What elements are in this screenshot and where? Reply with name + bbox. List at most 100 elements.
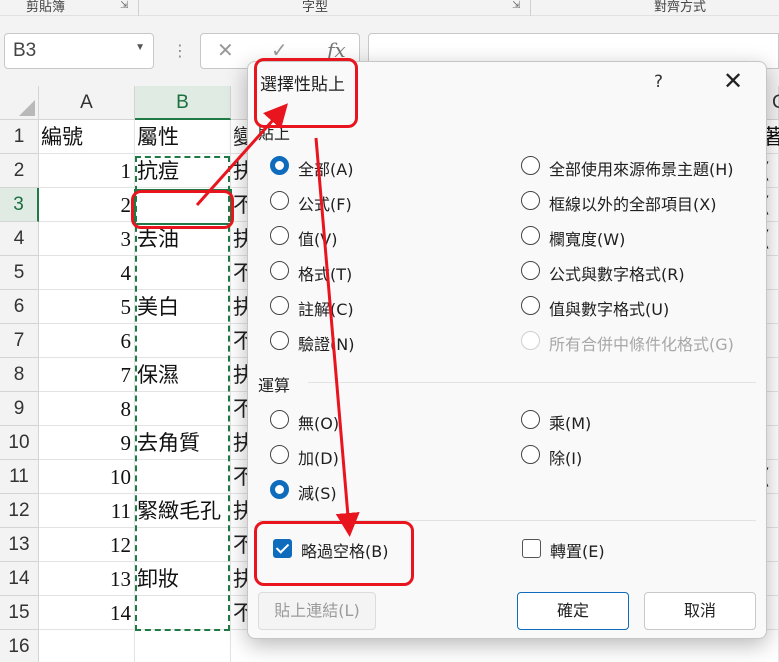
ok-button[interactable]: 確定 <box>517 592 629 630</box>
row-header[interactable]: 2 <box>0 154 39 188</box>
radio-button-icon[interactable] <box>521 226 540 245</box>
cell-b[interactable] <box>135 460 231 494</box>
row-header[interactable]: 11 <box>0 460 39 494</box>
enter-icon[interactable]: ✓ <box>271 38 288 62</box>
operation-radio-option[interactable]: 無(O) <box>270 408 510 433</box>
operation-radio-option[interactable]: 除(I) <box>521 443 761 468</box>
cell-b[interactable]: 去油 <box>135 222 231 256</box>
cell-b[interactable] <box>135 256 231 290</box>
paste-link-button[interactable]: 貼上連結(L) <box>258 592 376 630</box>
more-options-icon[interactable]: ⋮ <box>172 41 188 60</box>
paste-radio-option[interactable]: 框線以外的全部項目(X) <box>521 189 761 214</box>
cell-a[interactable]: 12 <box>39 528 135 562</box>
radio-button-icon[interactable] <box>270 156 289 175</box>
radio-button-icon[interactable] <box>270 226 289 245</box>
active-cell-b3[interactable] <box>134 189 232 225</box>
cell-b[interactable]: 保濕 <box>135 358 231 392</box>
cell-a[interactable]: 5 <box>39 290 135 324</box>
paste-radio-option[interactable]: 全部(A) <box>270 154 510 179</box>
paste-radio-option[interactable]: 公式(F) <box>270 189 510 214</box>
radio-button-icon[interactable] <box>270 191 289 210</box>
column-header-edge[interactable]: C <box>772 86 779 120</box>
radio-button-icon[interactable] <box>521 156 540 175</box>
cell-a[interactable]: 編號 <box>39 120 135 154</box>
cell-a[interactable]: 6 <box>39 324 135 358</box>
radio-button-icon[interactable] <box>521 261 540 280</box>
close-icon[interactable]: ✕ <box>716 64 750 98</box>
dialog-launcher-icon[interactable]: ⇲ <box>512 0 520 11</box>
cell-a[interactable]: 4 <box>39 256 135 290</box>
cell-a[interactable] <box>39 630 135 662</box>
cell-a[interactable]: 9 <box>39 426 135 460</box>
paste-radio-option[interactable]: 格式(T) <box>270 259 510 284</box>
operation-radio-option[interactable]: 減(S) <box>270 478 510 503</box>
column-header-a[interactable]: A <box>39 86 135 120</box>
row-header[interactable]: 6 <box>0 290 39 324</box>
row-header[interactable]: 14 <box>0 562 39 596</box>
paste-radio-option[interactable]: 公式與數字格式(R) <box>521 259 761 284</box>
row-header[interactable]: 12 <box>0 494 39 528</box>
chevron-down-icon[interactable]: ▼ <box>135 42 145 53</box>
cell-b[interactable]: 抗痘 <box>135 154 231 188</box>
radio-button-icon[interactable] <box>270 296 289 315</box>
radio-button-icon[interactable] <box>270 445 289 464</box>
paste-radio-option[interactable]: 全部使用來源佈景主題(H) <box>521 154 761 179</box>
cell-b[interactable]: 去角質 <box>135 426 231 460</box>
cell-b[interactable] <box>135 528 231 562</box>
cell-a[interactable]: 10 <box>39 460 135 494</box>
dialog-launcher-icon[interactable]: ⇲ <box>120 0 128 11</box>
row-header[interactable]: 4 <box>0 222 39 256</box>
cell-b[interactable] <box>135 392 231 426</box>
cancel-icon[interactable]: ✕ <box>217 38 234 62</box>
radio-button-icon[interactable] <box>521 331 540 350</box>
row-header[interactable]: 7 <box>0 324 39 358</box>
checkbox-unchecked-icon[interactable] <box>522 539 541 558</box>
paste-radio-option[interactable]: 註解(C) <box>270 294 510 319</box>
row-header[interactable]: 8 <box>0 358 39 392</box>
row-header[interactable]: 5 <box>0 256 39 290</box>
cell-b[interactable]: 屬性 <box>135 120 231 154</box>
cell-b[interactable]: 卸妝 <box>135 562 231 596</box>
radio-button-icon[interactable] <box>270 410 289 429</box>
row-header[interactable]: 10 <box>0 426 39 460</box>
row-header[interactable]: 13 <box>0 528 39 562</box>
radio-button-icon[interactable] <box>270 261 289 280</box>
cell-a[interactable]: 8 <box>39 392 135 426</box>
paste-radio-option[interactable]: 驗證(N) <box>270 329 510 354</box>
checkbox-checked-icon[interactable] <box>273 539 292 558</box>
paste-radio-option[interactable]: 值與數字格式(U) <box>521 294 761 319</box>
cell-a[interactable]: 1 <box>39 154 135 188</box>
row-header[interactable]: 1 <box>0 120 39 154</box>
row-header[interactable]: 3 <box>0 188 39 222</box>
column-header-b[interactable]: B <box>135 86 231 120</box>
radio-button-icon[interactable] <box>270 480 289 499</box>
row-header[interactable]: 15 <box>0 596 39 630</box>
help-icon[interactable]: ? <box>654 72 663 92</box>
paste-radio-option[interactable]: 所有合併中條件化格式(G) <box>521 329 761 354</box>
cell-b[interactable] <box>135 324 231 358</box>
radio-button-icon[interactable] <box>521 296 540 315</box>
cancel-button[interactable]: 取消 <box>644 592 756 630</box>
select-all-button[interactable] <box>0 86 39 120</box>
paste-radio-option[interactable]: 值(V) <box>270 224 510 249</box>
cell-a[interactable]: 14 <box>39 596 135 630</box>
paste-radio-option[interactable]: 欄寬度(W) <box>521 224 761 249</box>
cell-a[interactable]: 2 <box>39 188 135 222</box>
cell-a[interactable]: 13 <box>39 562 135 596</box>
operation-radio-option[interactable]: 加(D) <box>270 443 510 468</box>
radio-button-icon[interactable] <box>521 410 540 429</box>
radio-button-icon[interactable] <box>521 445 540 464</box>
operation-radio-option[interactable]: 乘(M) <box>521 408 761 433</box>
cell-b[interactable]: 緊緻毛孔 <box>135 494 231 528</box>
row-header[interactable]: 9 <box>0 392 39 426</box>
radio-button-icon[interactable] <box>270 331 289 350</box>
row-header[interactable]: 16 <box>0 630 39 662</box>
cell-b[interactable]: 美白 <box>135 290 231 324</box>
cell-b[interactable] <box>135 596 231 630</box>
insert-function-icon[interactable]: fx <box>327 38 346 62</box>
cell-b[interactable] <box>135 630 231 662</box>
name-box[interactable]: B3 ▼ <box>4 33 154 69</box>
cell-a[interactable]: 11 <box>39 494 135 528</box>
cell-a[interactable]: 7 <box>39 358 135 392</box>
cell-a[interactable]: 3 <box>39 222 135 256</box>
